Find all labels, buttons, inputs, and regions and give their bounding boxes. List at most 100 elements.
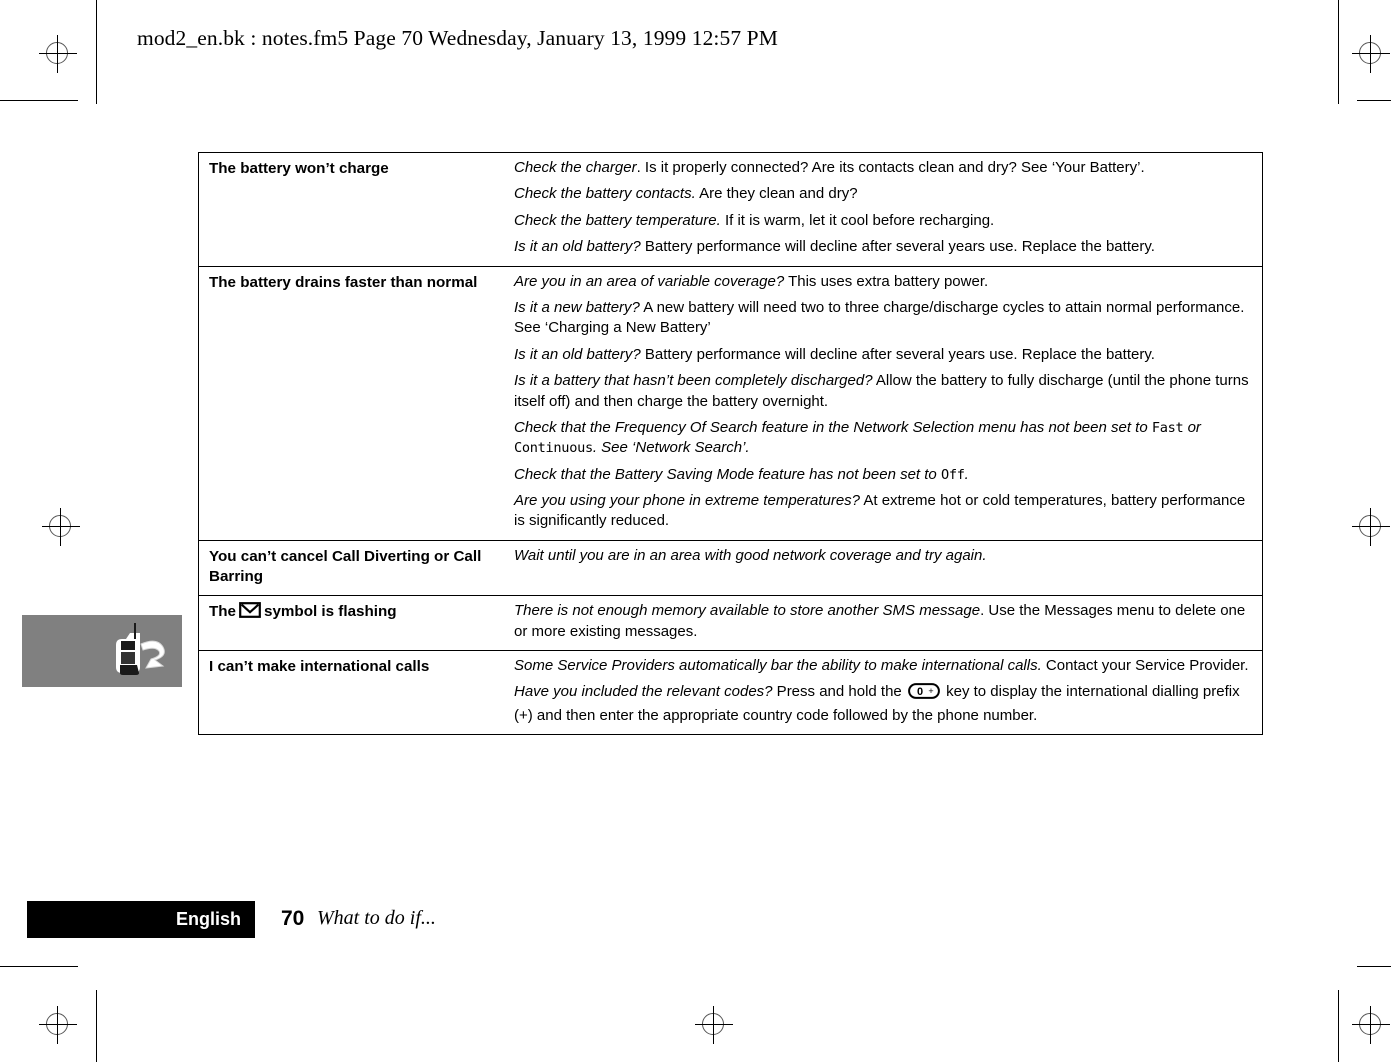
action-paragraph: Is it a battery that hasn’t been complet… xyxy=(514,371,1254,412)
table-row: I can’t make international calls Some Se… xyxy=(199,651,1263,735)
action-lead: Is it an old battery? xyxy=(514,345,641,363)
registration-hline xyxy=(1352,1024,1390,1025)
footer-language-label: English xyxy=(175,909,241,929)
action-body-pre: Press and hold the xyxy=(772,683,906,701)
action-paragraph: Have you included the relevant codes? Pr… xyxy=(514,682,1254,726)
action-lead: Is it a battery that hasn’t been complet… xyxy=(514,372,873,390)
action-paragraph: Are you in an area of variable coverage?… xyxy=(514,272,1254,292)
registration-mark-bottom-center xyxy=(695,1006,733,1044)
symptom-cell: The battery won’t charge xyxy=(199,153,510,267)
crop-line-bottom-right-vertical xyxy=(1338,990,1339,1062)
action-paragraph: Check that the Battery Saving Mode featu… xyxy=(514,465,1254,485)
registration-mark-bottom-left xyxy=(39,1006,77,1044)
registration-hline xyxy=(1352,53,1390,54)
action-body: Are they clean and dry? xyxy=(695,185,858,203)
symptom-cell: The symbol is flashing xyxy=(199,596,510,651)
crop-line-top-right-horizontal xyxy=(1357,100,1391,101)
action-lead: There is not enough memory available to … xyxy=(514,602,981,620)
action-paragraph: Is it an old battery? Battery performanc… xyxy=(514,237,1254,257)
footer-page-number: 70 xyxy=(281,907,305,930)
setting-value-continuous: Continuous xyxy=(514,440,593,457)
crop-line-bottom-right-horizontal xyxy=(1357,966,1391,967)
action-lead: Check that the Battery Saving Mode featu… xyxy=(514,465,941,483)
action-cell: Wait until you are in an area with good … xyxy=(509,540,1263,595)
action-cell: Are you in an area of variable coverage?… xyxy=(509,266,1263,540)
action-paragraph: Is it an old battery? Battery performanc… xyxy=(514,345,1254,365)
symptom-text: The battery won’t charge xyxy=(209,160,389,177)
footer-chapter-title: What to do if... xyxy=(317,907,436,929)
setting-value-fast: Fast xyxy=(1151,419,1184,436)
action-paragraph: There is not enough memory available to … xyxy=(514,601,1254,642)
symptom-suffix: symbol is flashing xyxy=(264,603,397,621)
action-paragraph: Is it a new battery? A new battery will … xyxy=(514,298,1254,339)
registration-hline xyxy=(39,1024,77,1025)
registration-mark-top-left xyxy=(39,35,77,73)
action-body: If it is warm, let it cool before rechar… xyxy=(720,211,995,229)
symptom-cell: You can’t cancel Call Diverting or Call … xyxy=(199,540,510,595)
zero-key-icon: 0 + xyxy=(908,683,940,705)
page-header-filename-stamp: mod2_en.bk : notes.fm5 Page 70 Wednesday… xyxy=(137,26,778,50)
registration-mark-mid-left xyxy=(42,508,80,546)
action-paragraph: Are you using your phone in extreme temp… xyxy=(514,491,1254,532)
symptom-text: You can’t cancel Call Diverting or Call … xyxy=(209,547,482,586)
symptom-text: The battery drains faster than normal xyxy=(209,273,478,291)
symptom-cell: The battery drains faster than normal xyxy=(199,266,510,540)
registration-vline xyxy=(57,35,58,73)
action-paragraph: Check the battery contacts. Are they cle… xyxy=(514,184,1254,204)
registration-vline xyxy=(1370,508,1371,546)
registration-mark-bottom-right xyxy=(1352,1006,1390,1044)
action-lead: Check the battery contacts. xyxy=(514,185,696,203)
action-lead: Some Service Providers automatically bar… xyxy=(514,657,1042,675)
action-mid: or xyxy=(1183,418,1201,436)
registration-vline xyxy=(1370,35,1371,73)
troubleshooting-table: The battery won’t charge Check the charg… xyxy=(198,152,1263,736)
table-row: The battery won’t charge Check the charg… xyxy=(198,153,1263,267)
registration-vline xyxy=(60,508,61,546)
crop-line-top-left-horizontal xyxy=(0,100,78,101)
action-cell: There is not enough memory available to … xyxy=(509,596,1263,651)
action-lead: Check that the Frequency Of Search featu… xyxy=(514,418,1152,436)
symptom-prefix: The xyxy=(209,603,237,621)
action-lead: Check the battery temperature. xyxy=(514,211,721,229)
svg-text:0: 0 xyxy=(917,686,923,698)
action-paragraph: Check the charger. Is it properly connec… xyxy=(514,158,1254,178)
action-paragraph: Check the battery temperature. If it is … xyxy=(514,211,1254,231)
action-cell: Some Service Providers automatically bar… xyxy=(509,651,1263,735)
registration-vline xyxy=(713,1006,714,1044)
registration-mark-top-right xyxy=(1352,35,1390,73)
registration-mark-mid-right xyxy=(1352,508,1390,546)
action-lead: Have you included the relevant codes? xyxy=(514,683,773,701)
action-body: This uses extra battery power. xyxy=(784,272,989,290)
registration-hline xyxy=(39,53,77,54)
table-row: The battery drains faster than normal Ar… xyxy=(198,266,1263,541)
crop-line-right-vertical xyxy=(1338,0,1339,104)
registration-hline xyxy=(695,1024,733,1025)
symptom-text: I can’t make international calls xyxy=(209,658,430,676)
table-row: The symbol is flashing There is not enoug… xyxy=(198,596,1263,651)
envelope-icon xyxy=(239,602,261,624)
symptom-cell: I can’t make international calls xyxy=(199,651,510,735)
action-paragraph: Check that the Frequency Of Search featu… xyxy=(514,418,1254,459)
svg-text:+: + xyxy=(928,686,933,696)
registration-hline xyxy=(1352,526,1390,527)
action-lead: Are you in an area of variable coverage? xyxy=(514,272,785,290)
footer-language-bar: English xyxy=(27,901,255,938)
action-paragraph: Wait until you are in an area with good … xyxy=(514,546,1254,566)
action-lead: Check the charger xyxy=(514,159,637,176)
action-cell: Check the charger. Is it properly connec… xyxy=(509,153,1263,267)
action-tail: . xyxy=(964,465,969,483)
action-lead: Is it an old battery? xyxy=(514,238,641,256)
setting-value-off: Off xyxy=(940,466,965,483)
registration-hline xyxy=(42,526,80,527)
table-row: You can’t cancel Call Diverting or Call … xyxy=(198,540,1263,596)
action-lead: Wait until you are in an area with good … xyxy=(514,546,987,564)
phone-question-icon xyxy=(116,623,165,675)
crop-line-bottom-left-vertical xyxy=(96,990,97,1062)
margin-graphic-phone-question xyxy=(22,615,182,687)
action-body: Contact your Service Provider. xyxy=(1041,657,1249,675)
crop-line-left-vertical xyxy=(96,0,97,104)
registration-vline xyxy=(57,1006,58,1044)
action-body: Is it properly connected? Are its contac… xyxy=(640,159,1145,176)
action-lead: Is it a new battery? xyxy=(514,298,640,316)
action-paragraph: Some Service Providers automatically bar… xyxy=(514,656,1254,676)
